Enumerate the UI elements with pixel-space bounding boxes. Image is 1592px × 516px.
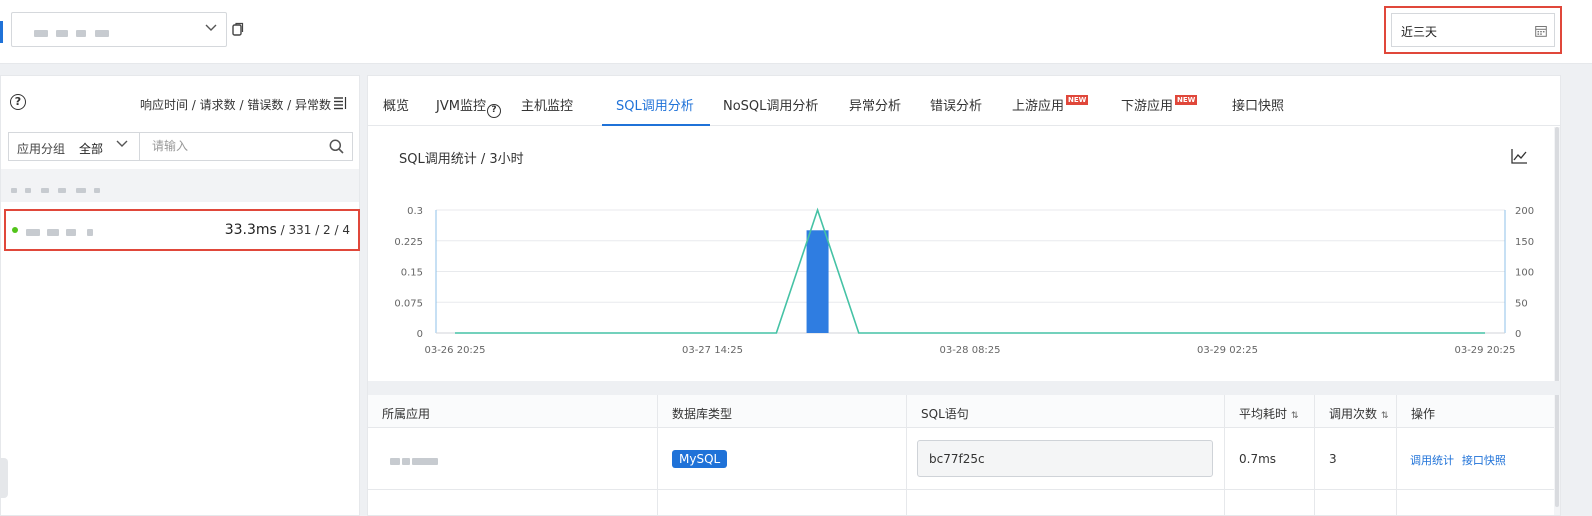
y-right-tick-label: 0 <box>1515 329 1521 340</box>
redacted-app-name <box>390 454 438 468</box>
date-range-value: 近三天 <box>1401 25 1438 39</box>
table-row <box>368 490 658 515</box>
y-right-tick-label: 50 <box>1515 298 1528 309</box>
y-right-tick-label: 200 <box>1515 206 1534 217</box>
cell-sql: bc77f25c <box>907 428 1225 490</box>
app-list-item[interactable]: 33.3ms / 331 / 2 / 4 <box>4 209 360 251</box>
copy-icon[interactable] <box>232 22 244 36</box>
scrollbar-thumb[interactable] <box>1555 127 1559 507</box>
app-search <box>139 132 353 161</box>
table-row <box>907 490 1225 515</box>
date-range-highlight: 近三天 <box>1384 6 1562 54</box>
tab-jvm[interactable]: JVM监控? <box>436 95 501 118</box>
chevron-down-icon <box>204 20 218 38</box>
app-group-value: 全部 <box>79 142 104 156</box>
y-left-tick-label: 0.225 <box>394 237 423 248</box>
db-type-tag: MySQL <box>672 450 728 468</box>
sql-chart-card: SQL调用统计 / 3小时 0 0.075 0.15 0.225 0.3 0 50 100 15… <box>368 127 1554 381</box>
column-header-app: 所属应用 <box>368 395 658 428</box>
x-tick-label: 03-29 02:25 <box>1197 345 1258 356</box>
y-right-tick-label: 100 <box>1515 268 1534 279</box>
section-divider <box>368 381 1560 395</box>
redacted-app-name <box>26 225 94 239</box>
y-left-tick-label: 0.075 <box>394 298 423 309</box>
x-tick-label: 03-27 14:25 <box>682 345 743 356</box>
cell-actions: 调用统计 接口快照 <box>1397 428 1554 490</box>
new-badge: NEW <box>1066 95 1089 105</box>
tab-error[interactable]: 错误分析 <box>930 95 982 114</box>
tab-sql[interactable]: SQL调用分析 <box>616 95 694 114</box>
sql-table: 所属应用 数据库类型 SQL语句 平均耗时 ⇅ 调用次数 ⇅ 操作 MySQL bc… <box>368 395 1554 515</box>
accent-bar <box>0 21 3 43</box>
x-tick-label: 03-29 20:25 <box>1454 345 1515 356</box>
app-select[interactable] <box>11 12 227 47</box>
metrics-header: 响应时间 / 请求数 / 错误数 / 异常数 <box>139 98 331 112</box>
tab-host[interactable]: 主机监控 <box>521 95 573 114</box>
y-right-tick-label: 150 <box>1515 237 1534 248</box>
app-search-input[interactable] <box>152 139 322 153</box>
tab-bar: 概览 JVM监控? 主机监控 SQL调用分析 NoSQL调用分析 异常分析 错误… <box>368 76 1560 126</box>
redacted-app-name <box>34 26 110 40</box>
tab-exception[interactable]: 异常分析 <box>849 95 901 114</box>
app-list-panel: ? 响应时间 / 请求数 / 错误数 / 异常数 应用分组 全部 请输入 33.… <box>0 75 360 516</box>
sort-list-icon[interactable] <box>333 96 347 110</box>
sql-statement[interactable]: bc77f25c <box>917 440 1213 477</box>
main-panel: 概览 JVM监控? 主机监控 SQL调用分析 NoSQL调用分析 异常分析 错误… <box>367 75 1561 516</box>
tab-upstream[interactable]: 上游应用 NEW <box>1012 95 1089 114</box>
app-group-row[interactable] <box>1 169 359 202</box>
call-stats-link[interactable]: 调用统计 <box>1410 454 1454 467</box>
cell-avg-time: 0.7ms <box>1225 428 1315 490</box>
y-left-tick-label: 0 <box>417 329 423 340</box>
column-header-avg-time[interactable]: 平均耗时 ⇅ <box>1225 395 1315 428</box>
app-group-select[interactable]: 应用分组 全部 <box>8 132 139 161</box>
y-left-tick-label: 0.15 <box>401 268 423 279</box>
calendar-icon <box>1535 26 1547 37</box>
active-tab-indicator <box>602 124 710 126</box>
chevron-down-icon <box>115 136 129 154</box>
sort-icon: ⇅ <box>1291 411 1299 421</box>
snapshot-link[interactable]: 接口快照 <box>1462 454 1506 467</box>
avg-time-value: 0.7ms <box>1239 452 1277 466</box>
tab-overview[interactable]: 概览 <box>383 95 409 114</box>
date-range-picker[interactable]: 近三天 <box>1391 13 1555 47</box>
column-header-db-type: 数据库类型 <box>658 395 907 428</box>
new-badge: NEW <box>1175 95 1198 105</box>
status-dot <box>12 227 18 233</box>
app-metrics: 33.3ms / 331 / 2 / 4 <box>225 222 350 238</box>
table-row <box>1315 490 1397 515</box>
sql-chart: 0 0.075 0.15 0.225 0.3 0 50 100 150 200 03-26 20:2… <box>394 206 1534 356</box>
cell-app <box>368 428 658 490</box>
help-icon[interactable]: ? <box>10 94 26 110</box>
search-icon[interactable] <box>329 139 344 154</box>
response-time: 33.3ms <box>224 222 277 238</box>
top-bar: 近三天 <box>0 0 1592 64</box>
column-header-actions: 操作 <box>1397 395 1554 428</box>
table-row <box>658 490 907 515</box>
y-left-tick-label: 0.3 <box>407 206 423 217</box>
app-group-label: 应用分组 <box>17 142 66 156</box>
calls-value: 3 <box>1329 452 1337 466</box>
scrollbar[interactable] <box>1554 127 1560 515</box>
request-error-exception-counts: / 331 / 2 / 4 <box>276 223 350 237</box>
x-tick-label: 03-28 08:25 <box>939 345 1000 356</box>
x-tick-label: 03-26 20:25 <box>424 345 485 356</box>
tab-downstream[interactable]: 下游应用 NEW <box>1121 95 1198 114</box>
redacted-group-name <box>11 183 101 197</box>
tab-snapshot[interactable]: 接口快照 <box>1232 95 1284 114</box>
column-header-sql: SQL语句 <box>907 395 1225 428</box>
sort-icon: ⇅ <box>1381 411 1389 421</box>
bar <box>806 230 829 333</box>
cell-calls: 3 <box>1315 428 1397 490</box>
help-icon[interactable]: ? <box>486 104 501 118</box>
table-row <box>1225 490 1315 515</box>
collapse-handle[interactable] <box>0 458 8 498</box>
cell-db-type: MySQL <box>658 428 907 490</box>
tab-nosql[interactable]: NoSQL调用分析 <box>723 95 818 114</box>
column-header-calls[interactable]: 调用次数 ⇅ <box>1315 395 1397 428</box>
